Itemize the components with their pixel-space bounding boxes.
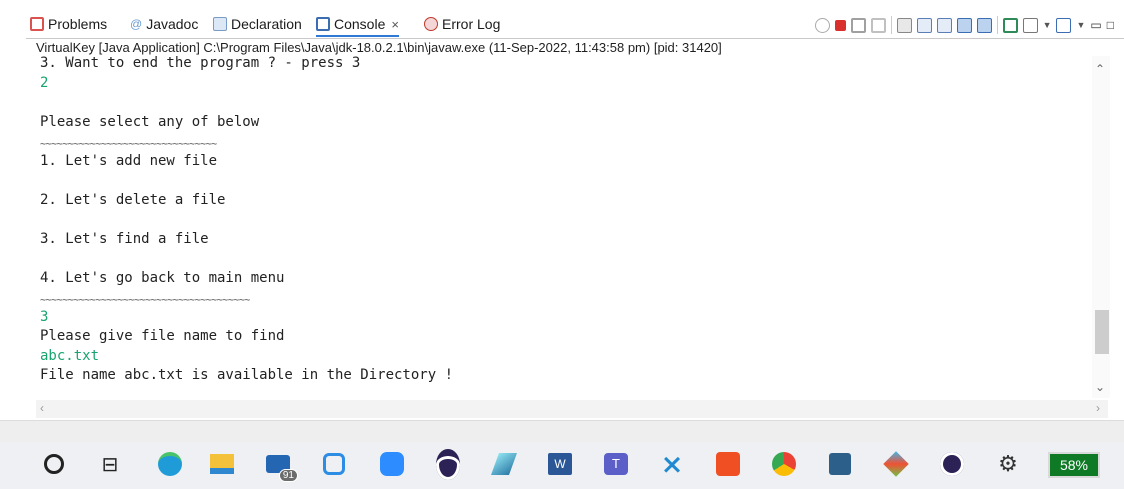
settings-gear-icon[interactable]: ⚙	[994, 450, 1022, 478]
pin-icon[interactable]	[814, 17, 830, 33]
tab-console[interactable]: Console ×	[316, 13, 399, 37]
console-line: 3. Want to end the program ? - press 3	[40, 55, 361, 71]
toolbar-separator	[890, 16, 892, 34]
console-line: 2	[40, 74, 49, 91]
console-line: 1. Let's add new file	[40, 152, 218, 169]
problems-icon	[30, 17, 44, 31]
console-line: 3	[40, 308, 49, 325]
tab-label: Declaration	[231, 16, 302, 32]
console-line: Please select any of below	[40, 113, 260, 130]
console-output[interactable]: 3. Want to end the program ? - press 3 2 P…	[36, 55, 1108, 398]
console-line: abc.txt	[40, 347, 100, 364]
edge-icon[interactable]	[156, 450, 184, 478]
search-icon[interactable]	[40, 450, 68, 478]
tab-problems[interactable]: Problems	[30, 13, 107, 35]
status-bar	[0, 420, 1124, 443]
view-tab-bar: Problems @ Javadoc Declaration Console ×…	[26, 10, 1124, 39]
launch-info: VirtualKey [Java Application] C:\Program…	[36, 40, 722, 55]
console-line: 2. Let's delete a file	[40, 191, 226, 208]
unread-count-badge: 91	[278, 469, 298, 482]
teams-icon[interactable]: T	[602, 450, 630, 478]
chevron-right-icon[interactable]: ›	[1096, 401, 1100, 415]
windows-taskbar: ⊟ 91 W T ⨯ ⚙ 58%	[0, 442, 1124, 489]
console-toolbar: ▼ ▼ ▭ □	[814, 14, 1114, 36]
word-wrap-icon[interactable]	[936, 17, 952, 33]
tab-label: Problems	[48, 16, 108, 32]
chevron-down-icon[interactable]: ▼	[1076, 20, 1085, 30]
close-icon[interactable]: ×	[391, 17, 399, 32]
eclipse-icon[interactable]	[434, 448, 462, 480]
vscode-icon[interactable]: ⨯	[658, 449, 686, 479]
console-line: Please give file name to find	[40, 328, 285, 344]
office-app-icon[interactable]	[714, 450, 742, 478]
tab-label: Error Log	[442, 16, 501, 32]
chevron-down-icon[interactable]: ▼	[1043, 20, 1052, 30]
tab-declaration[interactable]: Declaration	[213, 13, 302, 35]
chrome-icon[interactable]	[770, 450, 798, 478]
console-icon	[316, 17, 330, 31]
javadoc-icon: @	[130, 17, 143, 31]
vertical-scrollbar[interactable]: ⌃ ⌄	[1092, 56, 1110, 398]
remove-launch-icon[interactable]	[850, 17, 866, 33]
clear-console-icon[interactable]	[896, 17, 912, 33]
chevron-up-icon[interactable]: ⌃	[1095, 62, 1105, 76]
show-on-stderr-icon[interactable]	[976, 17, 992, 33]
remote-desktop-icon[interactable]	[826, 450, 854, 478]
app-icon[interactable]	[320, 450, 348, 478]
tab-label: Console	[334, 16, 386, 32]
console-line: ~~~~~~~~~~~~~~~~~~~~~~~~~~~~~~~~	[40, 139, 217, 150]
error-log-icon	[424, 17, 438, 31]
task-view-icon[interactable]: ⊟	[96, 450, 124, 478]
declaration-icon	[213, 17, 227, 31]
chevron-down-icon[interactable]: ⌄	[1095, 380, 1105, 394]
minimize-icon[interactable]: ▭	[1090, 18, 1101, 32]
console-line: 4. Let's go back to main menu	[40, 269, 285, 286]
word-icon[interactable]: W	[546, 450, 574, 478]
console-line: File name abc.txt is available in the Di…	[40, 367, 454, 383]
open-console-icon[interactable]	[1056, 17, 1072, 33]
git-icon[interactable]	[882, 450, 910, 478]
mail-icon[interactable]: 91	[264, 450, 298, 482]
scrollbar-thumb[interactable]	[1095, 310, 1109, 354]
file-explorer-icon[interactable]	[208, 450, 236, 478]
pen-tool-icon[interactable]	[490, 450, 518, 478]
remove-all-icon[interactable]	[870, 17, 886, 33]
tab-error-log[interactable]: Error Log	[424, 13, 500, 35]
pin-console-icon[interactable]	[1002, 17, 1018, 33]
chevron-left-icon[interactable]: ‹	[40, 401, 44, 415]
eclipse-console-view: Problems @ Javadoc Declaration Console ×…	[26, 0, 1124, 420]
tab-javadoc[interactable]: @ Javadoc	[130, 13, 198, 35]
battery-indicator[interactable]: 58%	[1048, 452, 1100, 478]
zoom-icon[interactable]	[378, 450, 406, 478]
console-line: 3. Let's find a file	[40, 230, 209, 247]
console-line: ~~~~~~~~~~~~~~~~~~~~~~~~~~~~~~~~~~~~~~	[40, 295, 250, 306]
maximize-icon[interactable]: □	[1107, 18, 1114, 32]
horizontal-scrollbar[interactable]: ‹ ›	[36, 400, 1108, 418]
tab-label: Javadoc	[146, 16, 199, 32]
toolbar-separator	[996, 16, 998, 34]
terminate-icon[interactable]	[834, 19, 846, 31]
eclipse-icon-2[interactable]	[938, 450, 966, 478]
scroll-lock-icon[interactable]	[916, 17, 932, 33]
show-on-stdout-icon[interactable]	[956, 17, 972, 33]
display-console-icon[interactable]	[1022, 17, 1038, 33]
